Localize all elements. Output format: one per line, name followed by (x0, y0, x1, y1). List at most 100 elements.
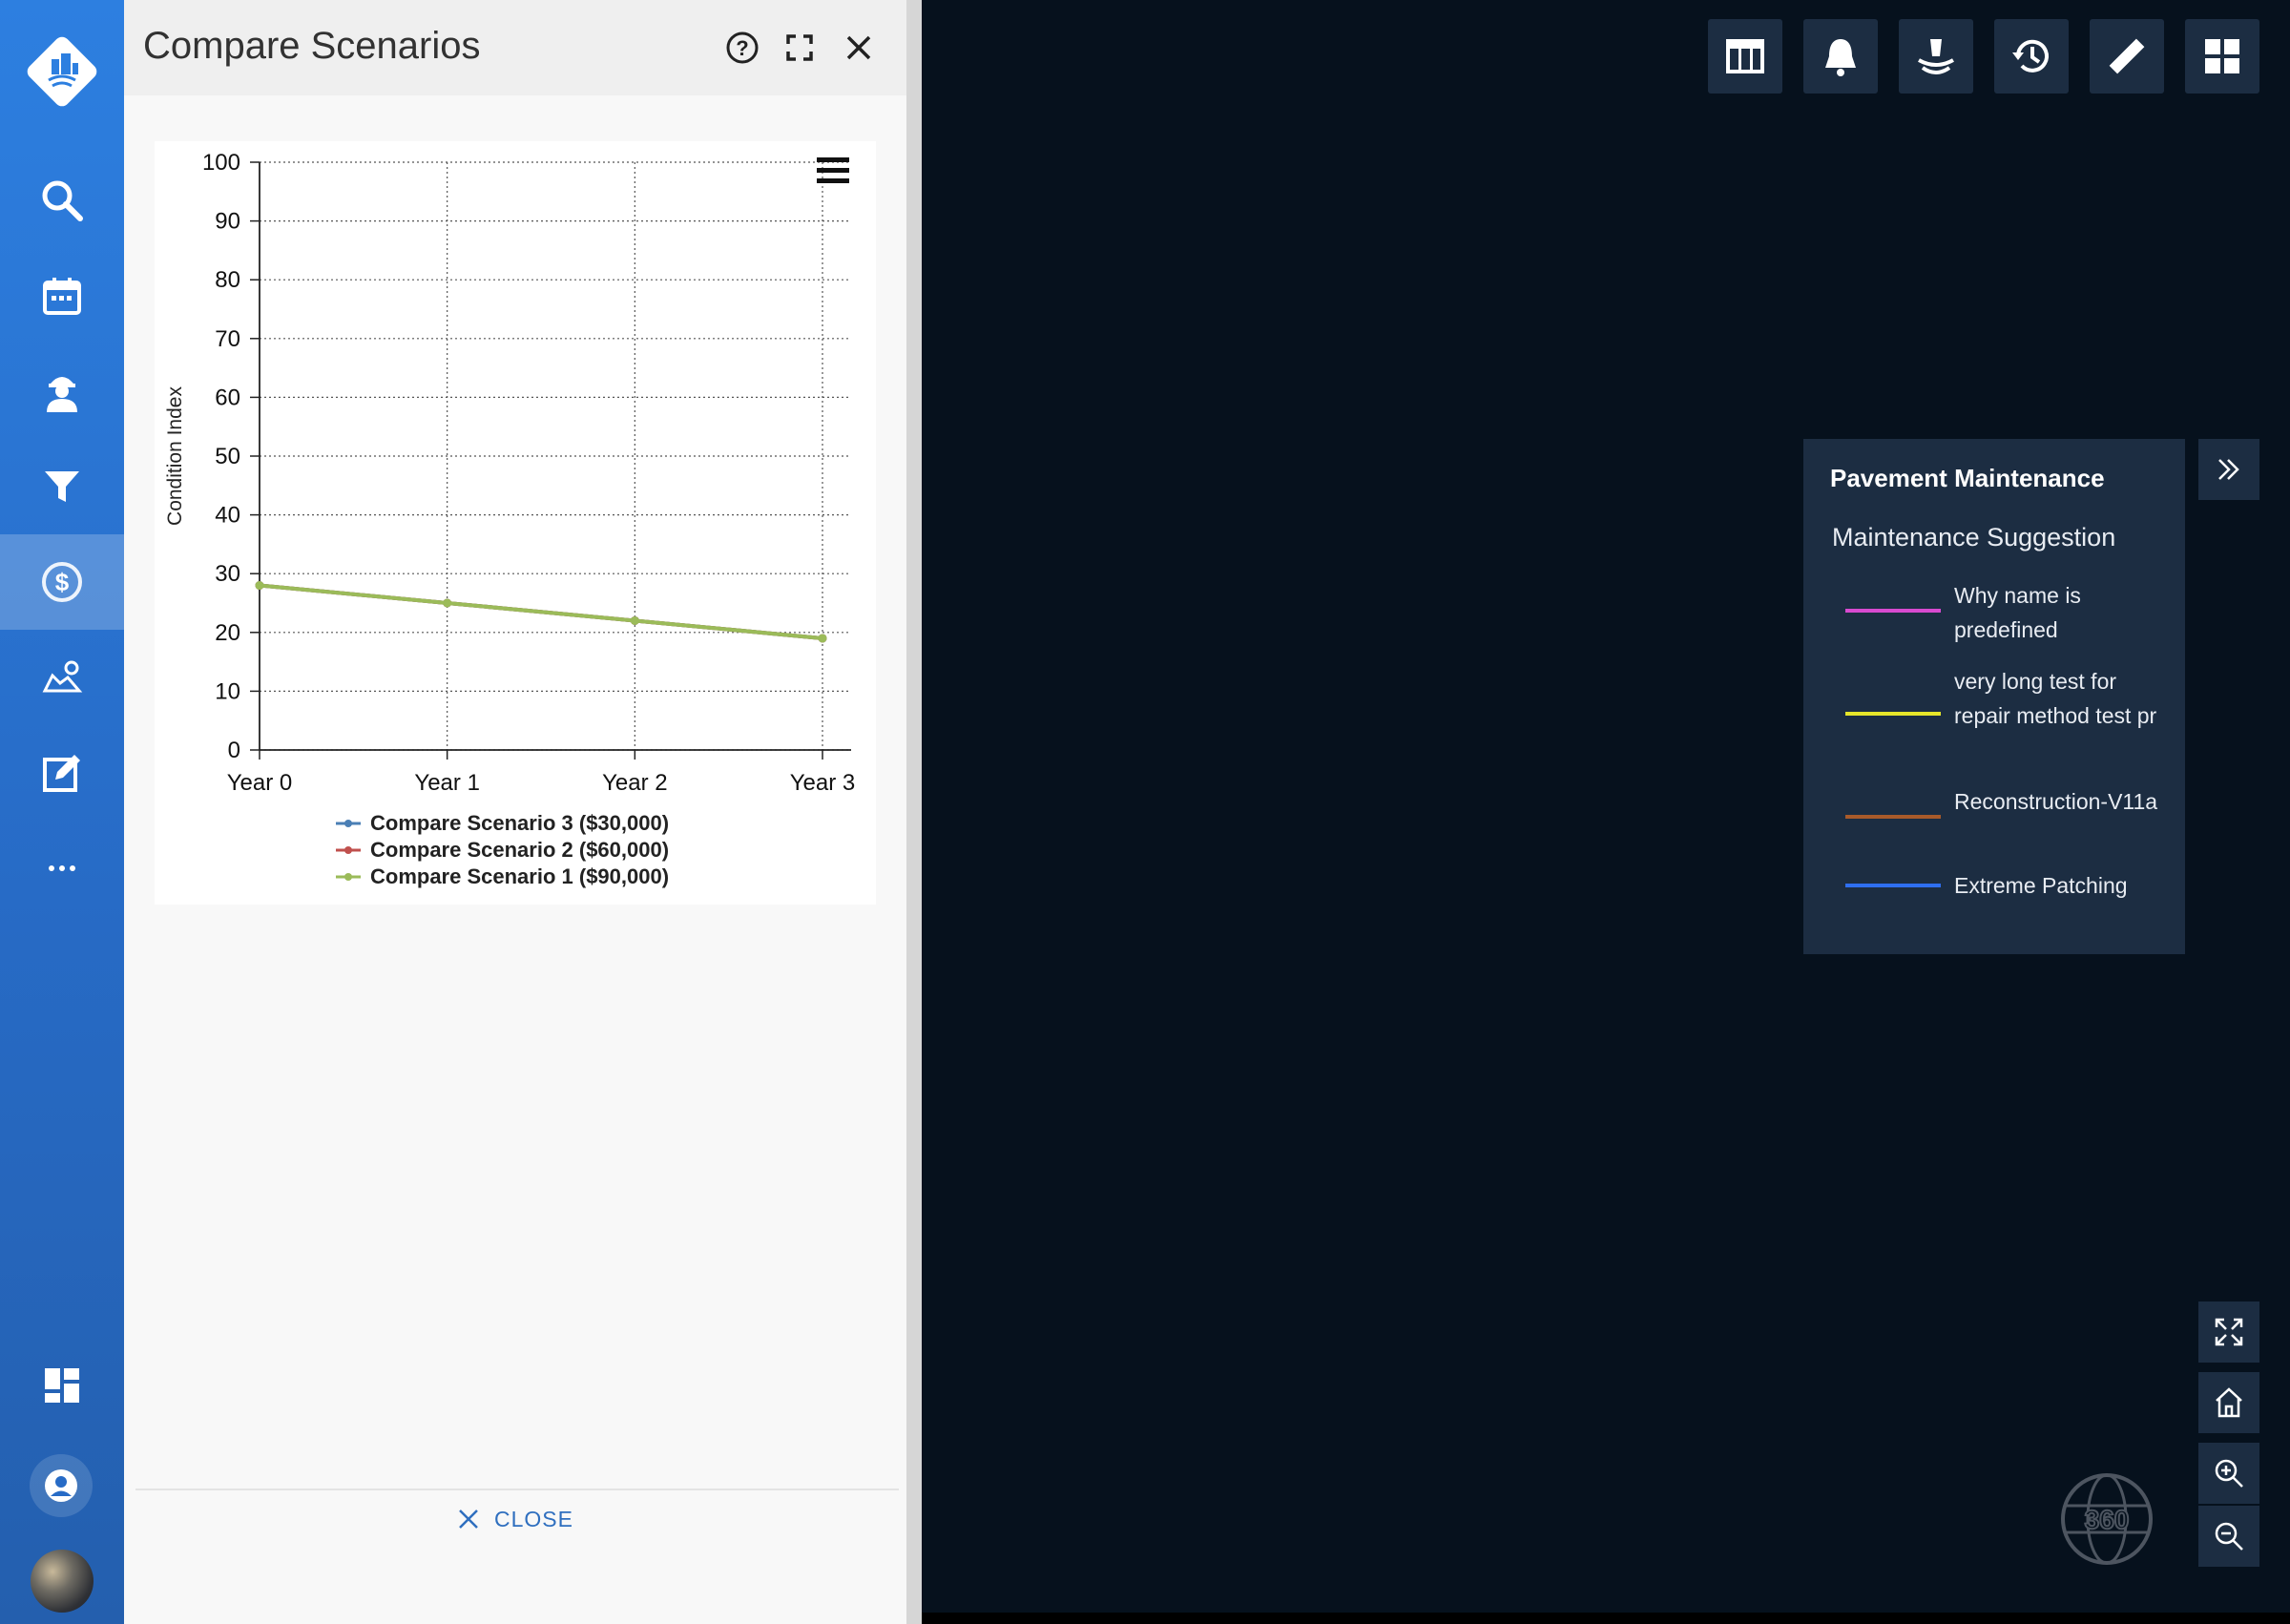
legend-entry: Compare Scenario 1 ($90,000) (370, 864, 669, 888)
svg-text:?: ? (736, 36, 748, 60)
home-button[interactable] (2198, 1372, 2259, 1433)
help-icon: ? (726, 31, 759, 64)
help-button[interactable]: ? (721, 27, 763, 69)
footer-divider (135, 1489, 899, 1490)
y-tick-label: 100 (202, 150, 240, 176)
layers-icon (1918, 39, 1954, 74)
menu-icon (817, 157, 849, 183)
y-tick-label: 70 (215, 326, 240, 352)
panel-header: Compare Scenarios ? (124, 0, 906, 95)
legend-swatch (1845, 609, 1941, 613)
series-line (259, 583, 823, 640)
nav-dashboard[interactable] (0, 1338, 124, 1433)
layers-tool-button[interactable] (1899, 19, 1973, 94)
legend-swatch (1845, 884, 1941, 887)
app-logo-icon[interactable] (23, 32, 101, 111)
zoom-out-icon (2215, 1522, 2243, 1551)
nav-filter[interactable] (0, 439, 124, 534)
legend-title: Pavement Maintenance (1830, 464, 2105, 492)
svg-text:360: 360 (2085, 1505, 2130, 1534)
legend-label: very long test for repair method test pr (1954, 669, 2157, 728)
map-attribution-bar (922, 1613, 2290, 1624)
zoom-out-button[interactable] (2198, 1506, 2259, 1567)
view-360-button[interactable]: 360 (2059, 1471, 2155, 1567)
alerts-tool-button[interactable] (1803, 19, 1878, 94)
dashboard-icon (45, 1368, 79, 1403)
maximize-button[interactable] (779, 27, 821, 69)
x-tick-label: Year 3 (790, 770, 856, 796)
nav-map-marker[interactable] (0, 630, 124, 725)
close-button[interactable]: CLOSE (458, 1500, 573, 1538)
svg-text:$: $ (55, 568, 70, 596)
data-point (818, 634, 827, 643)
zoom-in-button[interactable] (2198, 1443, 2259, 1504)
legend-marker (344, 846, 352, 854)
bell-icon (1825, 39, 1856, 76)
legend-marker (344, 873, 352, 881)
y-tick-label: 10 (215, 678, 240, 704)
data-point (443, 598, 452, 608)
close-icon (846, 35, 871, 60)
nav-search[interactable] (0, 153, 124, 248)
close-label: CLOSE (494, 1506, 573, 1531)
apps-tool-button[interactable] (2185, 19, 2259, 94)
legend-label: Extreme Patching (1954, 873, 2128, 898)
chart-menu-button[interactable] (815, 155, 853, 187)
measure-tool-button[interactable] (2090, 19, 2164, 94)
nav-calendar[interactable] (0, 248, 124, 344)
fullscreen-button[interactable] (2198, 1301, 2259, 1363)
edit-icon (43, 755, 80, 792)
y-tick-label: 50 (215, 444, 240, 469)
y-tick-label: 90 (215, 209, 240, 235)
legend-entry: Compare Scenario 2 ($60,000) (370, 838, 669, 862)
y-tick-label: 30 (215, 561, 240, 587)
map-marker-icon (42, 660, 83, 693)
fullscreen-icon (2215, 1318, 2243, 1346)
nav-budget[interactable]: $ (0, 534, 124, 630)
legend-collapse-button[interactable] (2198, 439, 2259, 500)
y-tick-label: 20 (215, 620, 240, 646)
zoom-in-icon (2215, 1459, 2243, 1488)
close-panel-button[interactable] (838, 27, 880, 69)
y-axis-label: Condition Index (164, 386, 186, 526)
history-icon (2012, 39, 2049, 73)
more-icon (49, 865, 75, 871)
x-tick-label: Year 0 (227, 770, 293, 796)
home-icon (2216, 1387, 2242, 1418)
x-tick-label: Year 1 (414, 770, 480, 796)
table-icon (1726, 39, 1764, 73)
filter-icon (45, 471, 79, 502)
nav-more[interactable] (0, 821, 124, 916)
map-legend: Pavement Maintenance Maintenance Suggest… (1803, 439, 2185, 954)
legend-swatch (1845, 712, 1941, 716)
search-icon (42, 180, 83, 221)
legend-marker (344, 820, 352, 827)
scenario-chart: 0 10 20 30 40 50 60 70 80 90 100 Year 0 Year 1 Year 2… (155, 141, 876, 905)
nav-edit[interactable] (0, 725, 124, 821)
x-tick-label: Year 2 (602, 770, 668, 796)
legend-label: Why name is predefined (1954, 583, 2081, 642)
panel-title: Compare Scenarios (143, 25, 481, 67)
account-icon (45, 1469, 77, 1502)
data-point (255, 581, 264, 591)
worker-icon (47, 377, 77, 412)
calendar-icon (43, 278, 81, 315)
nav-workers[interactable] (0, 344, 124, 439)
legend-swatch (1845, 815, 1941, 819)
legend-label: Reconstruction-V11a (1954, 789, 2158, 814)
double-chevron-right-icon (2218, 459, 2239, 480)
legend-entry: Compare Scenario 3 ($30,000) (370, 811, 669, 835)
dollar-icon: $ (42, 562, 82, 602)
table-tool-button[interactable] (1708, 19, 1782, 94)
user-avatar[interactable] (31, 1550, 94, 1613)
history-tool-button[interactable] (1994, 19, 2069, 94)
y-tick-label: 0 (228, 738, 240, 763)
data-point (630, 615, 639, 625)
compare-scenarios-panel: Compare Scenarios ? 0 10 20 30 40 50 60 70 80 90 1… (124, 0, 922, 1624)
legend-subtitle: Maintenance Suggestion (1832, 523, 2116, 552)
close-icon (459, 1509, 478, 1529)
globe-360-icon: 360 (2061, 1473, 2153, 1565)
ruler-icon (2109, 38, 2145, 74)
account-button[interactable] (30, 1454, 93, 1517)
y-tick-label: 40 (215, 503, 240, 529)
